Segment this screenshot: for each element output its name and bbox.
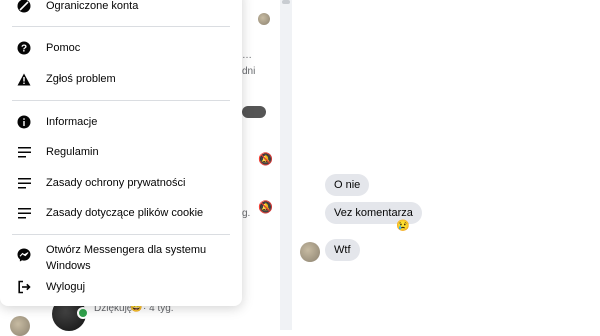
restricted-icon — [14, 0, 34, 16]
help-icon: ? — [14, 38, 34, 58]
menu-item-label: Ograniczone konta — [46, 0, 139, 12]
svg-text:?: ? — [21, 44, 27, 55]
menu-item-privacy-policy[interactable]: Zasady ochrony prywatności — [6, 171, 236, 195]
menu-item-open-messenger-windows[interactable]: Otwórz Messengera dla systemu Windows — [6, 242, 236, 274]
menu-divider — [12, 26, 230, 27]
muted-icon: 🔕 — [258, 152, 273, 166]
menu-item-label: Wyloguj — [46, 281, 86, 293]
menu-item-label: Otwórz Messengera dla systemu Windows — [46, 244, 207, 272]
menu-item-label: Zasady ochrony prywatności — [46, 177, 186, 189]
scrollbar[interactable] — [280, 0, 292, 330]
menu-item-label: Zgłoś problem — [46, 73, 116, 85]
info-icon — [14, 112, 34, 132]
menu-divider — [12, 100, 230, 101]
conversation-avatar[interactable] — [258, 13, 270, 25]
menu-item-terms[interactable]: Regulamin — [6, 140, 236, 164]
muted-icon: 🔕 — [258, 200, 273, 214]
lines-icon — [14, 173, 34, 193]
sender-avatar[interactable] — [300, 242, 320, 262]
menu-item-cookie-policy[interactable]: Zasady dotyczące plików cookie — [6, 201, 236, 225]
menu-item-label: Zasady dotyczące plików cookie — [46, 207, 204, 219]
list-fragment: … — [242, 50, 252, 61]
scrollbar-thumb[interactable] — [282, 0, 290, 4]
lines-icon — [14, 142, 34, 162]
reaction-emoji[interactable]: 😢 — [396, 219, 410, 232]
menu-item-label: Regulamin — [46, 146, 99, 158]
messenger-icon — [14, 245, 34, 265]
chat-area: O nie Vez komentarza 😢 Wtf — [292, 0, 600, 330]
lines-icon — [14, 203, 34, 223]
menu-item-help[interactable]: ? Pomoc — [6, 36, 236, 60]
list-fragment: g. — [242, 208, 251, 219]
online-indicator — [77, 307, 89, 319]
menu-divider — [12, 234, 230, 235]
warning-icon — [14, 69, 34, 89]
menu-item-information[interactable]: Informacje — [6, 110, 236, 134]
menu-item-restricted-accounts[interactable]: Ograniczone konta — [6, 0, 236, 18]
menu-item-label: Pomoc — [46, 42, 81, 54]
menu-item-label: Informacje — [46, 116, 98, 128]
profile-avatar[interactable] — [10, 316, 30, 336]
settings-menu: Ograniczone konta ? Pomoc Zgłoś problem … — [0, 0, 242, 306]
list-fragment: dni — [242, 66, 256, 77]
menu-item-logout[interactable]: Wyloguj — [6, 275, 236, 299]
group-avatars — [242, 106, 266, 118]
message-bubble[interactable]: Wtf — [325, 239, 360, 261]
logout-icon — [14, 277, 34, 297]
message-bubble[interactable]: O nie — [325, 174, 370, 196]
menu-item-report-problem[interactable]: Zgłoś problem — [6, 67, 236, 91]
